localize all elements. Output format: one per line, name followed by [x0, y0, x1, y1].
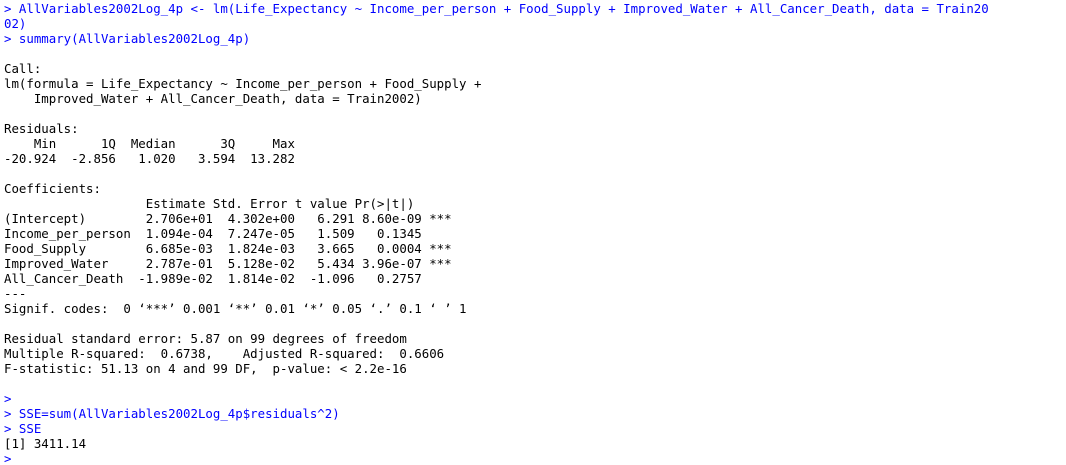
residuals-header-row: Min 1Q Median 3Q Max — [4, 136, 303, 151]
coefficients-row-food-supply: Food_Supply 6.685e-03 1.824e-03 3.665 0.… — [4, 241, 452, 256]
coefficients-row-intercept: (Intercept) 2.706e+01 4.302e+00 6.291 8.… — [4, 211, 452, 226]
console-empty-prompt: > — [4, 391, 19, 406]
coefficients-row-cancer-death: All_Cancer_Death -1.989e-02 1.814e-02 -1… — [4, 271, 452, 286]
console-command-line: > AllVariables2002Log_4p <- lm(Life_Expe… — [4, 1, 989, 16]
coefficients-heading: Coefficients: — [4, 181, 101, 196]
r-console-output[interactable]: > AllVariables2002Log_4p <- lm(Life_Expe… — [4, 1, 1064, 463]
coefficients-row-improved-water: Improved_Water 2.787e-01 5.128e-02 5.434… — [4, 256, 452, 271]
r-squared-line: Multiple R-squared: 0.6738, Adjusted R-s… — [4, 346, 452, 361]
residual-standard-error-line: Residual standard error: 5.87 on 99 degr… — [4, 331, 407, 346]
summary-call-formula-continuation: Improved_Water + All_Cancer_Death, data … — [4, 91, 422, 106]
console-command-line: > SSE — [4, 421, 42, 436]
coefficients-header-row: Estimate Std. Error t value Pr(>|t|) — [4, 196, 445, 211]
coefficients-separator: --- — [4, 286, 27, 301]
signif-codes-line: Signif. codes: 0 ‘***’ 0.001 ‘**’ 0.01 ‘… — [4, 301, 467, 316]
sse-result-line: [1] 3411.14 — [4, 436, 87, 451]
residuals-value-row: -20.924 -2.856 1.020 3.594 13.282 — [4, 151, 303, 166]
console-command-line: > SSE=sum(AllVariables2002Log_4p$residua… — [4, 406, 340, 421]
summary-call-formula: lm(formula = Life_Expectancy ~ Income_pe… — [4, 76, 489, 91]
f-statistic-line: F-statistic: 51.13 on 4 and 99 DF, p-val… — [4, 361, 407, 376]
summary-call-heading: Call: — [4, 61, 42, 76]
residuals-heading: Residuals: — [4, 121, 79, 136]
console-command-continuation: 02) — [4, 16, 27, 31]
console-command-line: > summary(AllVariables2002Log_4p) — [4, 31, 251, 46]
coefficients-row-income: Income_per_person 1.094e-04 7.247e-05 1.… — [4, 226, 452, 241]
console-active-prompt[interactable]: > — [4, 451, 1064, 463]
